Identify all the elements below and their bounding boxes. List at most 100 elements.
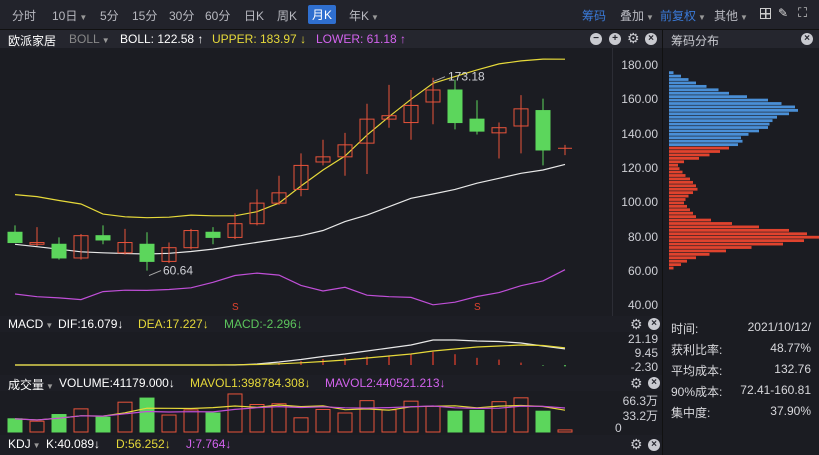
chip-bar: [669, 71, 674, 75]
stat-label: 获利比率:: [671, 343, 723, 357]
close-icon[interactable]: ×: [801, 33, 813, 45]
chips-button[interactable]: 筹码: [582, 7, 606, 24]
close-icon[interactable]: ×: [648, 377, 660, 389]
volume-bar: [7, 418, 23, 433]
macd-header: MACD ▼ DIF:16.079↓ DEA:17.227↓ MACD:-2.29…: [0, 316, 662, 332]
other-label: 其他: [714, 9, 739, 23]
lower-value: LOWER: 61.18 ↑: [316, 32, 406, 46]
volume-header: 成交量 ▼ VOLUME:41179.000↓ MAVOL1:398784.308…: [0, 375, 662, 392]
stat-value: 48.77%: [770, 341, 811, 355]
other-dropdown[interactable]: 其他 ▼: [714, 7, 748, 24]
volume-bar: [205, 412, 221, 433]
dif-value: DIF:16.079↓: [58, 317, 124, 331]
candle-body: [447, 89, 463, 124]
overlay-dropdown[interactable]: 叠加 ▼: [620, 7, 654, 24]
adjust-dropdown[interactable]: 前复权 ▼: [660, 7, 706, 24]
chip-bar: [669, 218, 711, 222]
tab-60min[interactable]: 60分: [205, 7, 230, 24]
chip-bar: [669, 170, 683, 174]
candle-body: [139, 243, 155, 262]
chip-bar: [669, 163, 678, 167]
fullscreen-icon[interactable]: ⛶: [798, 5, 807, 21]
volume-bar: [469, 409, 485, 433]
price-axis-label: 80.00: [627, 229, 658, 244]
candle-body: [95, 235, 111, 241]
volume-bar: [29, 420, 45, 433]
chip-bar: [669, 215, 696, 219]
tab-15min[interactable]: 15分: [132, 7, 157, 24]
volume-bar: [447, 410, 463, 433]
zoom-in-icon[interactable]: +: [609, 33, 621, 45]
brush-icon[interactable]: ✎: [778, 6, 788, 20]
lower-text: LOWER: 61.18: [316, 32, 397, 46]
mavol1-value: MAVOL1:398784.308↓: [190, 376, 311, 390]
main-chart-header: 欧派家居 BOLL ▼ BOLL: 122.58 ↑ UPPER: 183.97 …: [0, 30, 662, 48]
chip-stat-row: 时间: 2021/10/12/: [671, 320, 811, 337]
chip-bar: [669, 132, 749, 136]
gear-icon[interactable]: ⚙: [630, 316, 643, 333]
mavol2-value: MAVOL2:440521.213↓: [325, 376, 446, 390]
upper-text: UPPER: 183.97: [212, 32, 297, 46]
candlestick-chart[interactable]: 173.18 60.64 S S: [0, 48, 612, 316]
boll-lower-line: [14, 269, 566, 306]
volume-bar: [315, 408, 331, 433]
tab-10day[interactable]: 10日 ▼: [52, 7, 87, 24]
close-icon[interactable]: ×: [648, 439, 660, 451]
chevron-down-icon: ▼: [32, 441, 41, 450]
macd-name: MACD: [8, 317, 44, 331]
chip-bar: [669, 150, 720, 153]
volume-name: 成交量: [8, 378, 45, 392]
arrow-up-icon: ↑: [400, 32, 407, 46]
chip-bar: [669, 84, 707, 88]
volume-bar: [403, 400, 419, 433]
close-icon[interactable]: ×: [648, 318, 660, 330]
indicator-selector[interactable]: BOLL ▼: [69, 32, 110, 46]
chip-bar: [669, 156, 699, 160]
chip-bar: [669, 246, 752, 249]
chip-bar: [669, 184, 696, 188]
volume-bar: [117, 401, 133, 433]
chip-bar: [669, 249, 726, 253]
macd-axis-label: 9.45: [634, 346, 658, 360]
chip-bar: [669, 256, 696, 260]
chip-distribution-panel: 时间: 2021/10/12/获利比率: 48.77% 平均成本: 132.76 90%成…: [662, 48, 819, 455]
volume-value: VOLUME:41179.000↓: [59, 376, 175, 390]
arrow-up-icon: ↑: [197, 32, 204, 46]
dea-value: DEA:17.227↓: [138, 317, 209, 331]
tab-monthly[interactable]: 月K: [308, 5, 337, 24]
volume-bar: [337, 412, 353, 433]
tab-10day-label: 10日: [52, 9, 78, 23]
macd-axis-label: -2.30: [630, 360, 658, 374]
chip-bar: [669, 201, 684, 205]
stat-value: 132.76: [774, 362, 811, 376]
boll-text: BOLL: 122.58: [120, 32, 195, 46]
tab-yearly[interactable]: 年K ▼: [349, 7, 379, 24]
arrow-icon: [148, 270, 162, 277]
macd-axis-label: 21.19: [627, 332, 658, 346]
macd-axis: 21.19 9.45 -2.30: [612, 332, 662, 375]
tab-daily[interactable]: 日K: [244, 7, 264, 24]
price-axis-label: 100.00: [621, 195, 658, 210]
kdj-selector[interactable]: KDJ ▼: [8, 437, 41, 451]
chip-bar: [669, 119, 773, 123]
chip-bar: [669, 88, 719, 92]
price-axis-label: 160.00: [621, 92, 658, 107]
tab-5min[interactable]: 5分: [100, 7, 119, 24]
close-icon[interactable]: ×: [645, 33, 657, 45]
layout-grid-icon[interactable]: [760, 8, 771, 19]
gear-icon[interactable]: ⚙: [630, 436, 643, 453]
gear-icon[interactable]: ⚙: [627, 30, 640, 47]
candle-body: [469, 118, 485, 132]
macd-selector[interactable]: MACD ▼: [8, 317, 53, 331]
tab-yearly-label: 年K: [349, 9, 370, 23]
chip-bar: [669, 167, 680, 171]
volume-bar: [183, 409, 199, 433]
chip-bar: [669, 194, 689, 198]
k-value: K:40.089↓: [46, 437, 101, 451]
zoom-out-icon[interactable]: −: [590, 33, 602, 45]
gear-icon[interactable]: ⚙: [630, 375, 643, 392]
tab-weekly[interactable]: 周K: [277, 7, 297, 24]
stat-value: 2021/10/12/: [747, 320, 811, 334]
tab-intraday[interactable]: 分时: [12, 7, 36, 24]
tab-30min[interactable]: 30分: [169, 7, 194, 24]
